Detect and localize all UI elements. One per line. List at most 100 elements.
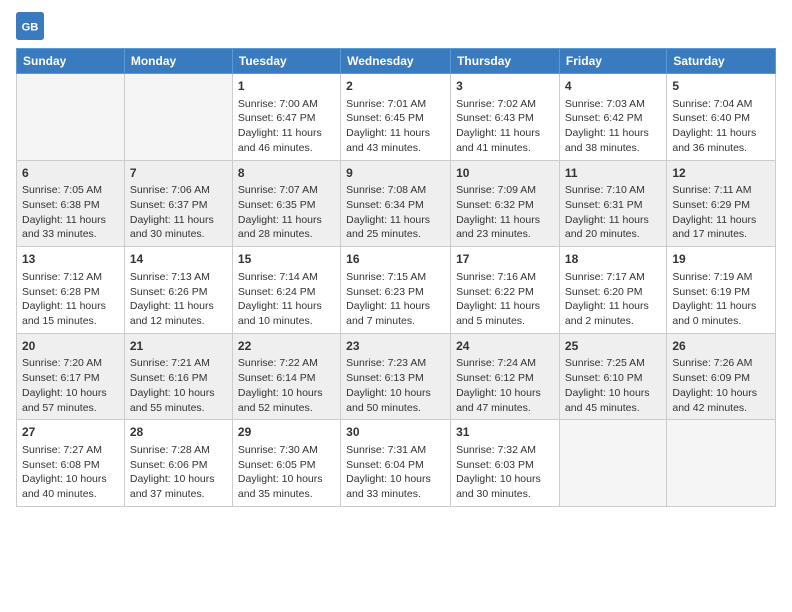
header: GB [16,12,776,40]
cell-content-line: Sunset: 6:32 PM [456,198,554,213]
cell-content-line: and 36 minutes. [672,141,770,156]
cell-content-line: and 45 minutes. [565,401,661,416]
cell-content-line: Sunrise: 7:22 AM [238,356,335,371]
cell-content-line: and 41 minutes. [456,141,554,156]
calendar-cell: 16Sunrise: 7:15 AMSunset: 6:23 PMDayligh… [341,247,451,334]
calendar-cell: 27Sunrise: 7:27 AMSunset: 6:08 PMDayligh… [17,420,125,507]
cell-content-line: Sunrise: 7:04 AM [672,97,770,112]
day-number: 11 [565,165,661,182]
cell-content-line: Sunrise: 7:05 AM [22,183,119,198]
cell-content-line: Sunset: 6:22 PM [456,285,554,300]
calendar-cell: 18Sunrise: 7:17 AMSunset: 6:20 PMDayligh… [559,247,666,334]
cell-content-line: Daylight: 10 hours [130,472,227,487]
cell-content-line: Sunrise: 7:20 AM [22,356,119,371]
calendar-cell: 2Sunrise: 7:01 AMSunset: 6:45 PMDaylight… [341,74,451,161]
header-day: Friday [559,49,666,74]
header-day: Wednesday [341,49,451,74]
cell-content-line: Sunset: 6:23 PM [346,285,445,300]
day-number: 16 [346,251,445,268]
cell-content-line: Sunrise: 7:09 AM [456,183,554,198]
cell-content-line: and 40 minutes. [22,487,119,502]
cell-content-line: Sunset: 6:05 PM [238,458,335,473]
day-number: 19 [672,251,770,268]
cell-content-line: Sunset: 6:17 PM [22,371,119,386]
calendar-week-row: 20Sunrise: 7:20 AMSunset: 6:17 PM Dayligh… [17,333,776,420]
cell-content-line: Sunrise: 7:16 AM [456,270,554,285]
cell-content-line: Sunrise: 7:27 AM [22,443,119,458]
cell-content-line: Daylight: 11 hours [346,213,445,228]
cell-content-line: and 2 minutes. [565,314,661,329]
header-day: Tuesday [232,49,340,74]
cell-content-line: Sunset: 6:08 PM [22,458,119,473]
calendar-cell: 30Sunrise: 7:31 AMSunset: 6:04 PMDayligh… [341,420,451,507]
cell-content-line: Sunset: 6:38 PM [22,198,119,213]
cell-content-line: Daylight: 10 hours [456,472,554,487]
cell-content-line: Sunrise: 7:08 AM [346,183,445,198]
calendar-week-row: 6Sunrise: 7:05 AMSunset: 6:38 PM Daylight… [17,160,776,247]
calendar-cell: 9Sunrise: 7:08 AMSunset: 6:34 PMDaylight… [341,160,451,247]
cell-content-line: and 5 minutes. [456,314,554,329]
cell-content-line: and 30 minutes. [130,227,227,242]
cell-content-line: Sunset: 6:16 PM [130,371,227,386]
calendar-cell: 23Sunrise: 7:23 AMSunset: 6:13 PMDayligh… [341,333,451,420]
day-number: 8 [238,165,335,182]
cell-content-line: Sunset: 6:10 PM [565,371,661,386]
cell-content-line: and 20 minutes. [565,227,661,242]
cell-content-line: and 38 minutes. [565,141,661,156]
cell-content-line: Sunrise: 7:24 AM [456,356,554,371]
header-day: Sunday [17,49,125,74]
day-number: 31 [456,424,554,441]
cell-content-line: Sunset: 6:12 PM [456,371,554,386]
day-number: 25 [565,338,661,355]
cell-content-line: and 0 minutes. [672,314,770,329]
cell-content-line: Sunrise: 7:17 AM [565,270,661,285]
calendar-cell: 13Sunrise: 7:12 AMSunset: 6:28 PMDayligh… [17,247,125,334]
cell-content-line: Sunset: 6:03 PM [456,458,554,473]
cell-content-line: and 37 minutes. [130,487,227,502]
day-number: 10 [456,165,554,182]
cell-content-line: Daylight: 11 hours [672,213,770,228]
day-number: 23 [346,338,445,355]
day-number: 30 [346,424,445,441]
cell-content-line: Sunset: 6:06 PM [130,458,227,473]
cell-content-line: Sunset: 6:13 PM [346,371,445,386]
cell-content-line: Daylight: 10 hours [346,472,445,487]
cell-content-line: Sunset: 6:42 PM [565,111,661,126]
cell-content-line: and 46 minutes. [238,141,335,156]
cell-content-line: Daylight: 11 hours [672,299,770,314]
day-number: 27 [22,424,119,441]
calendar-cell: 21Sunrise: 7:21 AMSunset: 6:16 PMDayligh… [124,333,232,420]
day-number: 3 [456,78,554,95]
cell-content-line: Sunset: 6:31 PM [565,198,661,213]
cell-content-line: Daylight: 11 hours [130,299,227,314]
cell-content-line: Daylight: 11 hours [346,126,445,141]
cell-content-line: Sunrise: 7:07 AM [238,183,335,198]
calendar-cell: 14Sunrise: 7:13 AMSunset: 6:26 PMDayligh… [124,247,232,334]
cell-content-line: Daylight: 11 hours [22,299,119,314]
cell-content-line: and 30 minutes. [456,487,554,502]
header-day: Monday [124,49,232,74]
cell-content-line: Daylight: 11 hours [130,213,227,228]
cell-content-line: Sunset: 6:24 PM [238,285,335,300]
cell-content-line: Sunrise: 7:10 AM [565,183,661,198]
cell-content-line: Sunset: 6:47 PM [238,111,335,126]
calendar-cell [667,420,776,507]
cell-content-line: Daylight: 11 hours [456,299,554,314]
cell-content-line: and 23 minutes. [456,227,554,242]
day-number: 28 [130,424,227,441]
cell-content-line: Sunset: 6:09 PM [672,371,770,386]
cell-content-line: and 7 minutes. [346,314,445,329]
calendar-cell [124,74,232,161]
calendar-cell: 19Sunrise: 7:19 AMSunset: 6:19 PMDayligh… [667,247,776,334]
cell-content-line: Sunset: 6:34 PM [346,198,445,213]
cell-content-line: Daylight: 11 hours [565,213,661,228]
cell-content-line: Daylight: 10 hours [672,386,770,401]
day-number: 6 [22,165,119,182]
cell-content-line: Sunrise: 7:13 AM [130,270,227,285]
calendar-cell: 24Sunrise: 7:24 AMSunset: 6:12 PMDayligh… [451,333,560,420]
cell-content-line: Sunset: 6:19 PM [672,285,770,300]
header-day: Thursday [451,49,560,74]
logo: GB [16,12,46,40]
cell-content-line: Sunset: 6:45 PM [346,111,445,126]
day-number: 20 [22,338,119,355]
